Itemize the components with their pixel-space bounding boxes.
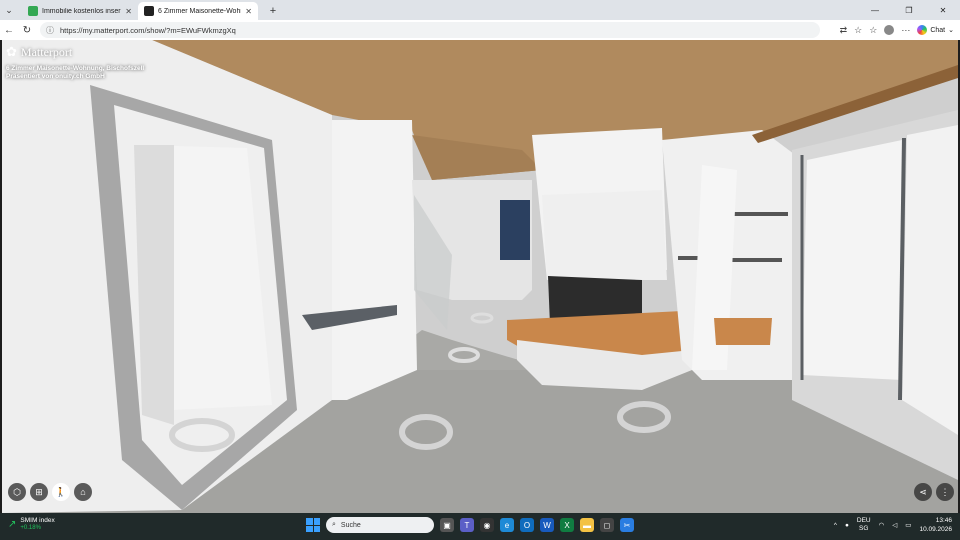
chat-label: Chat <box>930 26 946 34</box>
more-menu-icon[interactable]: ⋯ <box>901 25 910 36</box>
minimize-icon[interactable]: — <box>858 0 892 20</box>
widget-change: +0.18% <box>20 525 41 531</box>
toolbar-right: ⇄ ☆ ☆ ⋯ Chat ⌄ <box>840 20 954 40</box>
tray-app-icon[interactable]: ● <box>845 522 849 529</box>
matterport-logo-icon: ✿ <box>6 44 17 59</box>
room-scene <box>2 40 958 513</box>
close-icon[interactable]: ✕ <box>245 7 252 16</box>
bookmark-star-icon[interactable]: ☆ <box>854 25 862 36</box>
snipping-tool-icon[interactable]: ✂ <box>620 518 634 532</box>
word-icon[interactable]: W <box>540 518 554 532</box>
task-view-icon[interactable]: ▣ <box>440 518 454 532</box>
tab-title: Immobilie kostenlos inserieren – o <box>42 7 121 15</box>
language-indicator[interactable]: DEU SG <box>857 517 871 533</box>
close-window-icon[interactable]: ✕ <box>926 0 960 20</box>
back-icon[interactable]: ← <box>0 25 18 36</box>
market-widget[interactable]: ↗ SMIM index +0.18% <box>8 517 55 531</box>
property-title: 6 Zimmer Maisonette-Wohnung, Bischofszel… <box>6 65 145 72</box>
teams-icon[interactable]: T <box>460 518 474 532</box>
search-placeholder: Suche <box>340 521 361 529</box>
tab-favicon-icon <box>28 6 38 16</box>
tab-title: 6 Zimmer Maisonette-Wohnung, B <box>158 7 241 15</box>
app-square-icon[interactable]: ◻ <box>600 518 614 532</box>
url-field[interactable]: ⓘ https://my.matterport.com/show/?m=EWuF… <box>40 22 820 38</box>
chat-button[interactable]: Chat ⌄ <box>917 25 954 35</box>
lang-code: DEU <box>856 517 871 524</box>
clock-time: 13:46 <box>935 517 952 524</box>
window-controls: — ❐ ✕ <box>858 0 960 20</box>
translate-icon[interactable]: ⇄ <box>840 25 848 36</box>
matterport-logo[interactable]: ✿ Matterport <box>6 44 72 60</box>
tab-matterport[interactable]: 6 Zimmer Maisonette-Wohnung, B ✕ <box>138 2 258 20</box>
edge-icon[interactable]: e <box>500 518 514 532</box>
chevron-down-icon: ⌄ <box>948 27 954 34</box>
battery-icon[interactable]: ▭ <box>905 521 911 529</box>
profile-avatar[interactable] <box>884 25 895 35</box>
new-tab-button[interactable]: + <box>264 2 282 20</box>
system-tray: ^ ● DEU SG ◠ ◁ ▭ 13:46 10.09.2026 <box>834 516 952 534</box>
windows-start-icon[interactable] <box>306 518 320 532</box>
tab-strip: ⌄ Immobilie kostenlos inserieren – o ✕ 6… <box>0 0 960 20</box>
outlook-icon[interactable]: O <box>520 518 534 532</box>
tab-favicon-icon <box>144 6 154 16</box>
clock-date: 10.09.2026 <box>919 526 952 533</box>
view-mode-buttons: ⬡ ⊞ 🚶 ⌂ <box>8 483 92 501</box>
close-icon[interactable]: ✕ <box>125 7 132 16</box>
floorplan-icon[interactable]: ⊞ <box>30 483 48 501</box>
lang-region: SG <box>859 525 869 532</box>
walk-icon[interactable]: 🚶 <box>52 483 70 501</box>
search-icon: ⌕ <box>332 521 336 528</box>
volume-icon[interactable]: ◁ <box>892 521 897 529</box>
tab-list-icon[interactable]: ⌄ <box>0 0 18 20</box>
maximize-icon[interactable]: ❐ <box>892 0 926 20</box>
app-icon[interactable]: ◉ <box>480 518 494 532</box>
reload-icon[interactable]: ↻ <box>18 25 36 36</box>
wifi-icon[interactable]: ◠ <box>879 521 885 529</box>
file-explorer-icon[interactable]: ▬ <box>580 518 594 532</box>
excel-icon[interactable]: X <box>560 518 574 532</box>
presented-by: Präsentiert von onuity.ch GmbH <box>6 73 105 80</box>
clock[interactable]: 13:46 10.09.2026 <box>919 516 952 534</box>
matterport-viewer[interactable]: ✿ Matterport 6 Zimmer Maisonette-Wohnung… <box>2 40 958 513</box>
taskbar: ↗ SMIM index +0.18% ⌕ Suche ▣ T ◉ e O W … <box>0 513 960 540</box>
url-text: https://my.matterport.com/show/?m=EWuFWk… <box>60 25 236 35</box>
favorites-icon[interactable]: ☆ <box>869 25 877 36</box>
copilot-icon <box>917 25 928 35</box>
trend-up-icon: ↗ <box>8 518 17 530</box>
share-icon[interactable]: ⋖ <box>914 483 932 501</box>
taskbar-search[interactable]: ⌕ Suche <box>326 517 434 533</box>
tab-immobilie[interactable]: Immobilie kostenlos inserieren – o ✕ <box>22 2 138 20</box>
brand-name: Matterport <box>20 44 73 59</box>
taskbar-apps: ⌕ Suche ▣ T ◉ e O W X ▬ ◻ ✂ <box>306 517 634 533</box>
more-icon[interactable]: ⋮ <box>936 483 954 501</box>
viewer-right-controls: ⋖ ⋮ <box>914 483 954 501</box>
site-info-icon[interactable]: ⓘ <box>46 25 54 36</box>
dollhouse-icon[interactable]: ⬡ <box>8 483 26 501</box>
property-title-block: 6 Zimmer Maisonette-Wohnung, Bischofszel… <box>6 65 144 81</box>
measure-icon[interactable]: ⌂ <box>74 483 92 501</box>
tray-chevron-icon[interactable]: ^ <box>834 522 837 529</box>
widget-title: SMIM index <box>20 517 55 524</box>
address-bar-row: ← ↻ ⓘ https://my.matterport.com/show/?m=… <box>0 20 960 40</box>
